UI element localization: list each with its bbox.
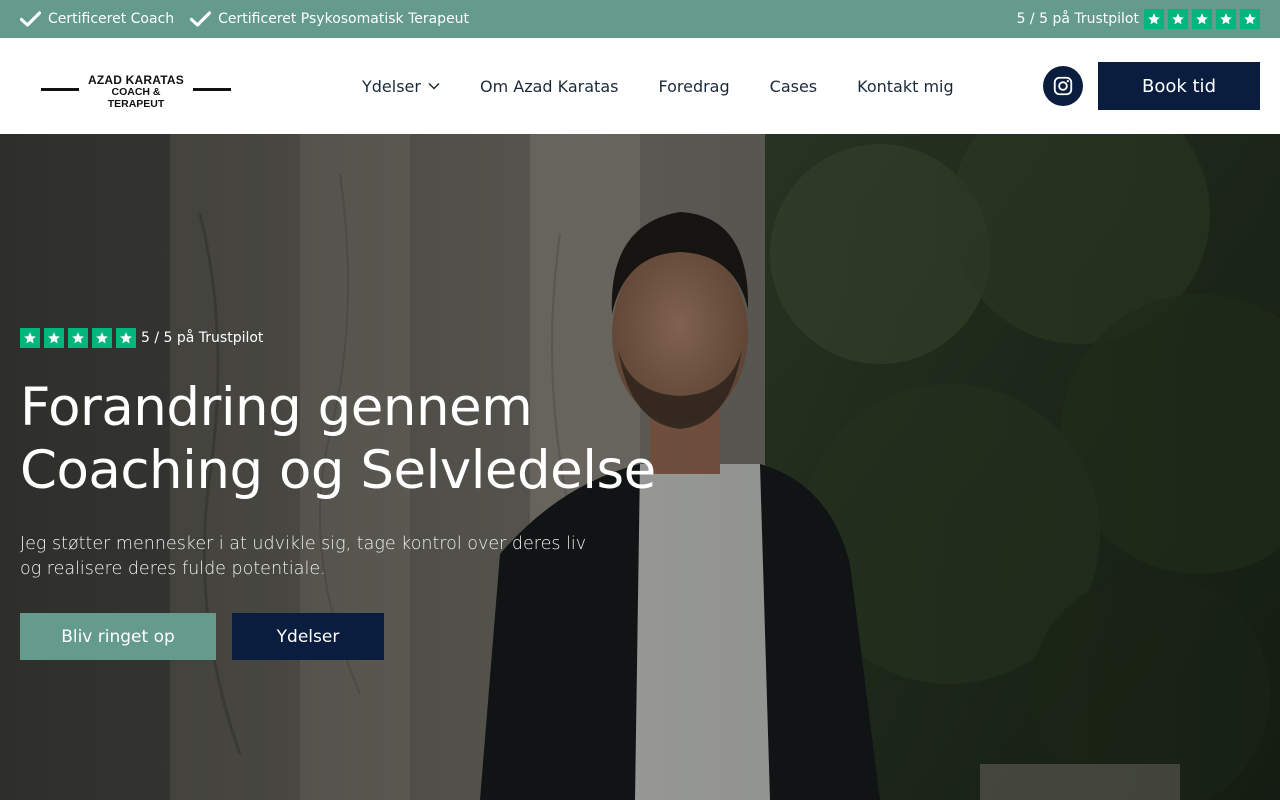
star-icon <box>92 328 112 348</box>
star-icon <box>1168 9 1188 29</box>
star-icon <box>20 328 40 348</box>
hero-heading: Forandring gennem Coaching og Selvledels… <box>20 376 660 502</box>
star-icon <box>68 328 88 348</box>
hero-heading-line-1: Forandring gennem <box>20 377 533 438</box>
checkmark-icon <box>20 11 41 27</box>
hero-heading-line-2: Coaching og Selvledelse <box>20 440 656 501</box>
logo-line-left <box>41 88 79 91</box>
certification-item-coach: Certificeret Coach <box>20 11 174 27</box>
trustpilot-text: 5 / 5 på Trustpilot <box>141 330 264 346</box>
nav-label: Kontakt mig <box>857 76 954 96</box>
nav-item-cases[interactable]: Cases <box>770 77 818 96</box>
nav-item-ydelser[interactable]: Ydelser <box>362 77 440 96</box>
instagram-button[interactable] <box>1043 66 1083 106</box>
trustpilot-rating-hero[interactable]: 5 / 5 på Trustpilot <box>20 328 263 348</box>
certification-label: Certificeret Coach <box>48 11 175 27</box>
nav-label: Foredrag <box>658 76 730 96</box>
star-icon <box>1144 9 1164 29</box>
certification-item-therapist: Certificeret Psykosomatisk Terapeut <box>190 11 469 27</box>
main-nav: Ydelser Om Azad Karatas Foredrag Cases K… <box>362 38 954 134</box>
nav-item-foredrag[interactable]: Foredrag <box>658 77 729 96</box>
services-button[interactable]: Ydelser <box>232 613 384 660</box>
logo-tagline: COACH & TERAPEUT <box>107 86 165 110</box>
nav-item-om-azad-karatas[interactable]: Om Azad Karatas <box>480 77 618 96</box>
call-me-button[interactable]: Bliv ringet op <box>20 613 216 660</box>
nav-label: Om Azad Karatas <box>479 76 619 96</box>
trustpilot-text: 5 / 5 på Trustpilot <box>1016 11 1139 27</box>
nav-item-kontakt-mig[interactable]: Kontakt mig <box>857 77 954 96</box>
chevron-down-icon <box>428 82 440 90</box>
star-icon <box>1216 9 1236 29</box>
star-icon <box>116 328 136 348</box>
nav-label: Cases <box>769 76 818 96</box>
site-header: AZAD KARATAS COACH & TERAPEUT Ydelser Om… <box>0 38 1280 134</box>
site-logo[interactable]: AZAD KARATAS COACH & TERAPEUT <box>40 73 232 110</box>
checkmark-icon <box>190 11 212 27</box>
top-info-bar: Certificeret Coach Certificeret Psykosom… <box>0 0 1280 38</box>
hero-subtitle: Jeg støtter mennesker i at udvikle sig, … <box>20 534 587 579</box>
logo-line-right <box>193 88 231 91</box>
star-icon <box>1240 9 1260 29</box>
nav-label: Ydelser <box>362 76 421 96</box>
logo-name: AZAD KARATAS <box>88 73 184 87</box>
trustpilot-rating-top[interactable]: 5 / 5 på Trustpilot <box>1017 9 1260 29</box>
certification-label: Certificeret Psykosomatisk Terapeut <box>218 11 470 27</box>
book-appointment-button[interactable]: Book tid <box>1098 62 1260 110</box>
hero-section: 5 / 5 på Trustpilot Forandring gennem Co… <box>0 134 1280 800</box>
star-icon <box>44 328 64 348</box>
star-icon <box>1192 9 1212 29</box>
instagram-icon <box>1053 76 1073 96</box>
trustpilot-stars <box>1144 9 1260 29</box>
trustpilot-stars <box>20 328 136 348</box>
